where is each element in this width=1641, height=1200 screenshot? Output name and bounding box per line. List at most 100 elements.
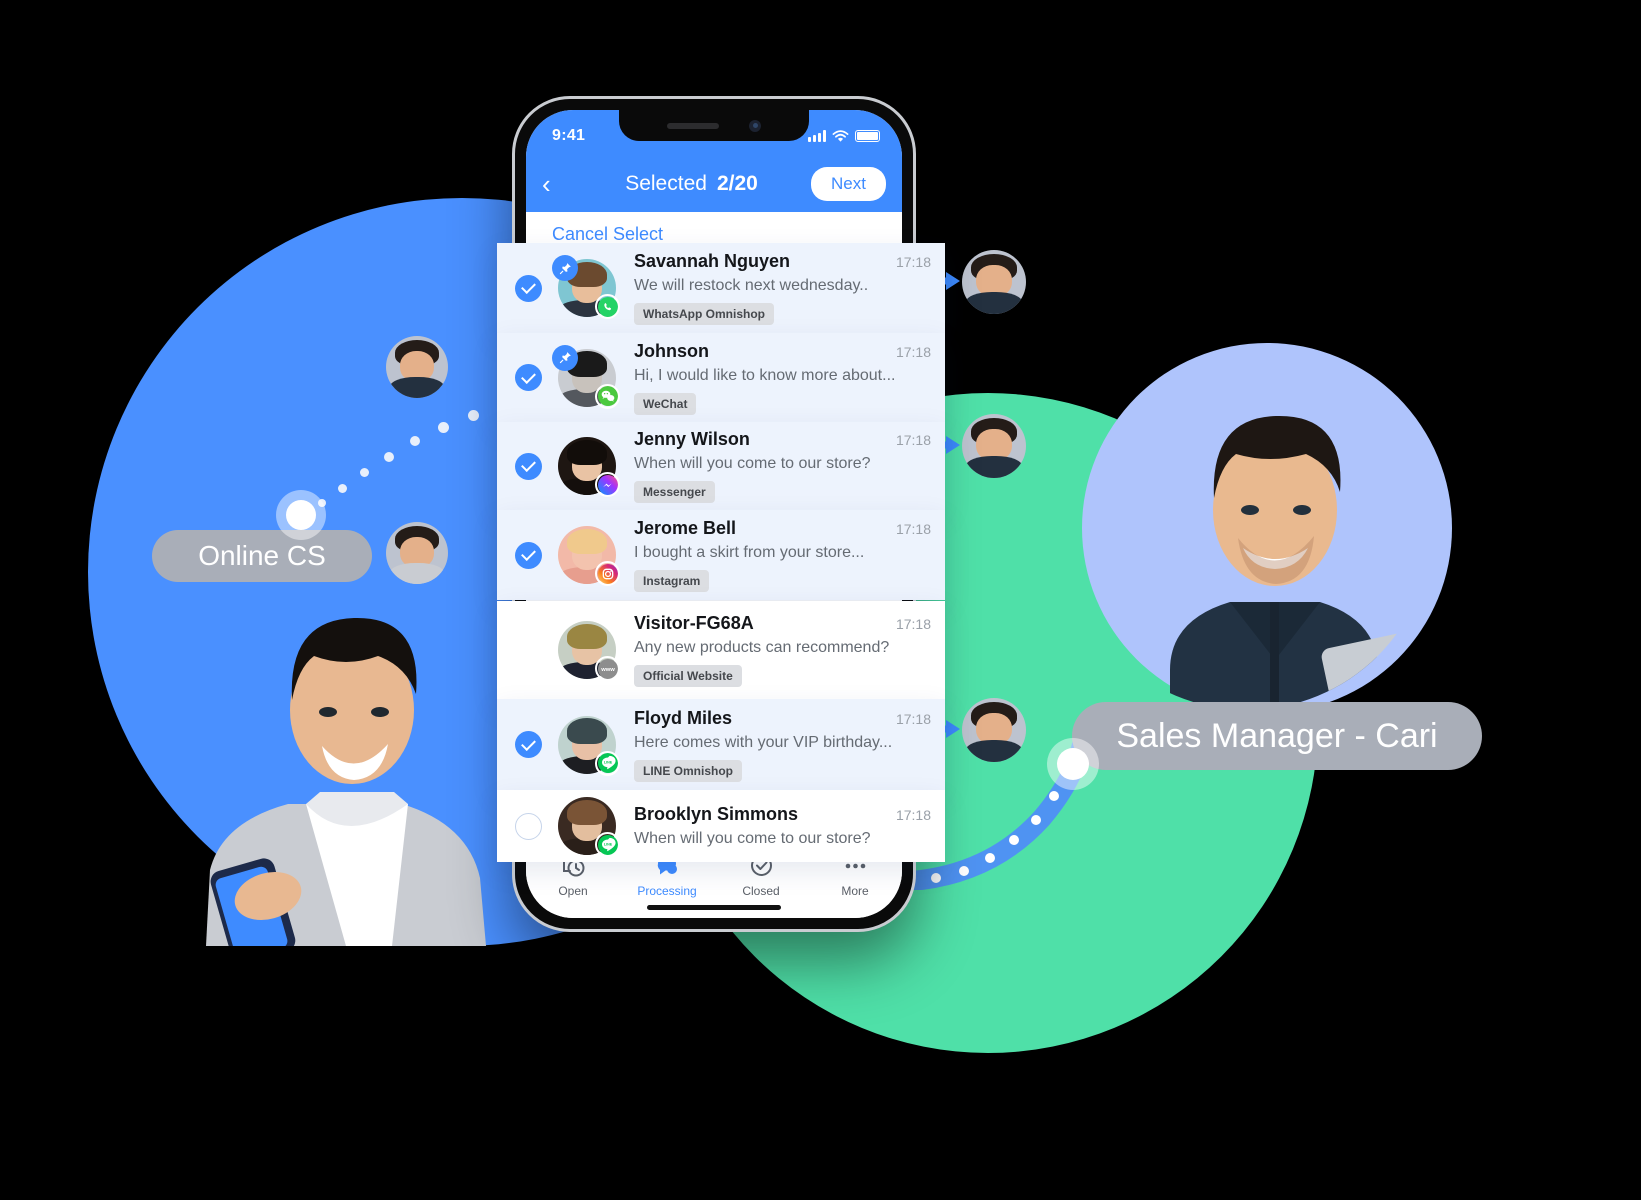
pinned-badge-icon [552, 344, 578, 371]
chat-list-item[interactable]: Jerome Bell 17:18 I bought a skirt from yo… [497, 510, 945, 600]
online-cs-photo [196, 586, 526, 946]
chat-item-header: Jenny Wilson 17:18 [634, 429, 931, 450]
phone-notch [619, 110, 809, 141]
status-time: 9:41 [552, 127, 586, 144]
avatar [552, 255, 620, 319]
message-time: 17:18 [895, 343, 931, 360]
avatar [552, 344, 620, 409]
messenger-icon [595, 472, 620, 497]
whatsapp-icon [595, 294, 620, 319]
message-preview: When will you come to our store? [634, 830, 871, 847]
sales-manager-label: Sales Manager - Cari [1072, 702, 1482, 770]
chat-item-header: Johnson 17:18 [634, 341, 931, 362]
chat-select-checkbox[interactable] [515, 452, 542, 480]
chat-item-header: Visitor-FG68A 17:18 [634, 613, 931, 634]
message-preview: We will restock next wednesday.. [634, 277, 869, 294]
avatar: LINE [558, 797, 620, 857]
chat-item-header: Jerome Bell 17:18 [634, 518, 931, 539]
line-icon: LINE [595, 832, 620, 857]
www-icon: www [595, 656, 620, 681]
chat-item-header: Floyd Miles 17:18 [634, 708, 931, 729]
online-cs-label: Online CS [152, 530, 372, 582]
tab-closed-label: Closed [742, 884, 780, 898]
svg-text:www: www [600, 667, 615, 673]
sales-manager-avatar-1 [962, 250, 1026, 314]
message-preview: I bought a skirt from your store... [634, 544, 865, 561]
chat-item-body: Brooklyn Simmons 17:18 When will you come … [634, 804, 931, 848]
message-time: 17:18 [895, 432, 931, 448]
message-time: 17:18 [895, 616, 931, 632]
channel-tag: WhatsApp Omnishop [634, 303, 774, 325]
tab-more-label: More [841, 884, 869, 898]
pin-icon [559, 352, 571, 364]
svg-text:LINE: LINE [603, 842, 612, 846]
sales-manager-avatar-3 [962, 698, 1026, 762]
contact-name: Floyd Miles [634, 707, 733, 728]
wifi-icon [832, 129, 849, 142]
chat-item-body: Jenny Wilson 17:18 When will you come to o… [634, 429, 931, 503]
avatar [558, 437, 620, 497]
tab-open-label: Open [558, 884, 588, 898]
chat-item-header: Brooklyn Simmons 17:18 [634, 804, 931, 825]
avatar: www [558, 621, 620, 681]
contact-name: Visitor-FG68A [634, 613, 754, 633]
page-title: Selected 2/20 [572, 172, 811, 196]
message-preview: When will you come to our store? [634, 455, 871, 472]
chat-select-checkbox[interactable] [515, 364, 542, 391]
chat-item-header: Savannah Nguyen 17:18 [634, 251, 931, 272]
tab-processing-label: Processing [637, 884, 697, 898]
cancel-select-link[interactable]: Cancel Select [552, 224, 663, 245]
chat-list-item[interactable]: Savannah Nguyen 17:18 We will restock next… [497, 243, 945, 333]
message-preview: Any new products can recommend? [634, 639, 890, 656]
line-icon: LINE [595, 750, 620, 776]
channel-tag: Messenger [634, 481, 715, 503]
channel-tag: Official Website [634, 665, 742, 687]
chat-select-checkbox[interactable] [515, 541, 542, 569]
chat-item-body: Jerome Bell 17:18 I bought a skirt from yo… [634, 518, 931, 592]
message-time: 17:18 [895, 807, 931, 823]
pin-icon [559, 262, 571, 274]
chat-list-item[interactable]: LINE Brooklyn Simmons 17:18 When will you c… [497, 790, 945, 862]
contact-name: Savannah Nguyen [634, 251, 791, 271]
status-icons [808, 129, 880, 143]
message-time: 17:18 [895, 254, 931, 270]
nav-title-text: Selected [625, 172, 707, 195]
svg-text:LINE: LINE [603, 761, 612, 765]
online-cs-avatar-2 [386, 522, 448, 584]
avatar: LINE [558, 715, 620, 776]
contact-name: Jenny Wilson [634, 429, 750, 449]
sales-manager-avatar-2 [962, 414, 1026, 478]
chat-list-item[interactable]: Johnson 17:18 Hi, I would like to know mor… [497, 333, 945, 422]
chat-list-item[interactable]: www Visitor-FG68A 17:18 Any new products ca… [497, 601, 945, 699]
earpiece-speaker [667, 122, 719, 129]
home-indicator [647, 905, 781, 910]
channel-tag: WeChat [634, 392, 697, 415]
channel-tag: LINE Omnishop [634, 759, 742, 782]
message-time: 17:18 [895, 710, 931, 727]
channel-tag: Instagram [634, 570, 710, 592]
battery-icon [855, 130, 880, 142]
chevron-left-icon[interactable]: ‹ [542, 171, 572, 197]
message-preview: Hi, I would like to know more about... [634, 366, 896, 384]
navigation-bar: ‹ Selected 2/20 Next [526, 156, 902, 212]
illustration-canvas: 9:41 ‹ Selected 2/20 Next Cancel Select … [0, 0, 1641, 1200]
chat-list-item[interactable]: Jenny Wilson 17:18 When will you come to o… [497, 422, 945, 510]
chat-item-body: Floyd Miles 17:18 Here comes with your VIP… [634, 708, 931, 782]
chat-select-checkbox[interactable] [515, 274, 542, 302]
chat-select-checkbox[interactable] [515, 731, 542, 758]
contact-name: Johnson [634, 340, 709, 361]
message-time: 17:18 [895, 521, 931, 537]
next-button[interactable]: Next [811, 167, 886, 201]
chat-list-item[interactable]: LINE Floyd Miles 17:18 Here comes with your… [497, 699, 945, 790]
chat-item-body: Savannah Nguyen 17:18 We will restock next… [634, 251, 931, 325]
pinned-badge-icon [552, 255, 578, 281]
selection-count: 2/20 [716, 172, 758, 195]
online-cs-avatar-1 [386, 336, 448, 398]
cellular-signal-icon [808, 130, 826, 142]
chat-item-body: Visitor-FG68A 17:18 Any new products can r… [634, 613, 931, 687]
instagram-icon [595, 561, 620, 586]
chat-select-checkbox[interactable] [515, 812, 542, 840]
online-cs-marker [276, 490, 326, 540]
wechat-icon [595, 383, 620, 409]
sales-manager-marker [1047, 738, 1099, 790]
